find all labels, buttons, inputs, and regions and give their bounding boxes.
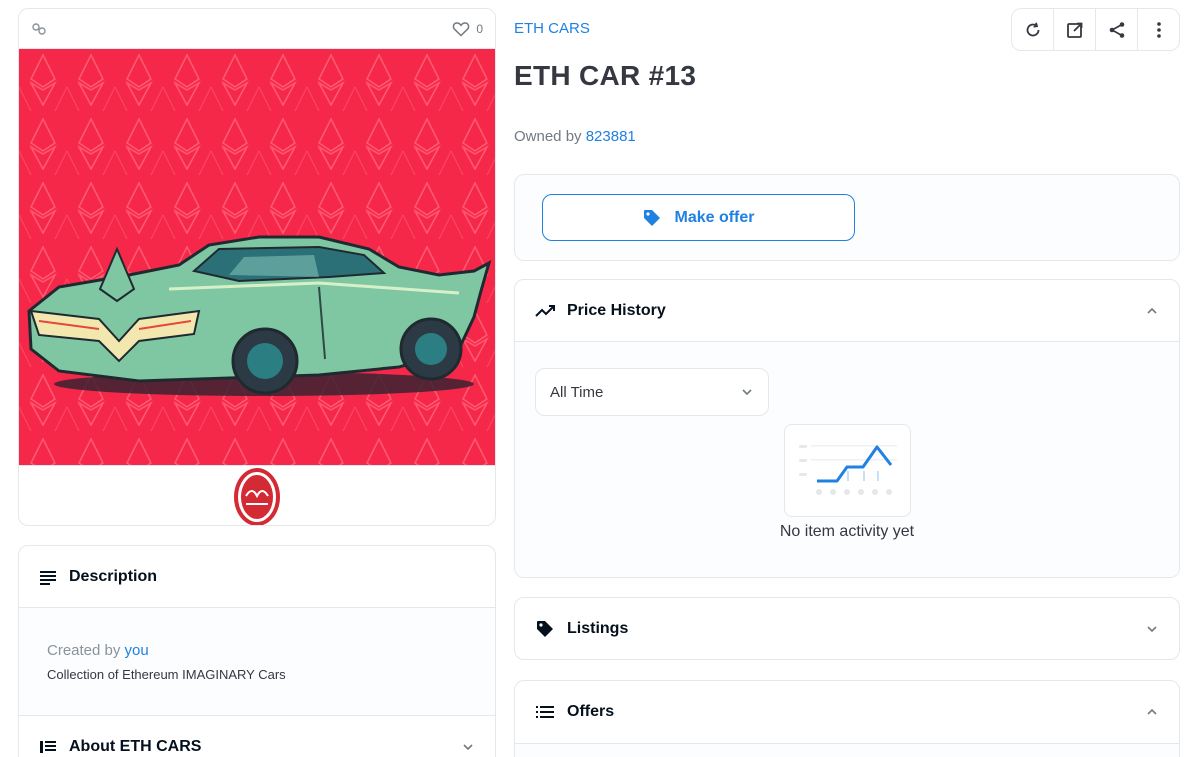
description-body: Created by you Collection of Ethereum IM… — [19, 608, 495, 716]
more-button[interactable] — [1138, 9, 1179, 50]
offers-title: Offers — [567, 703, 615, 720]
created-by-prefix: Created by — [47, 642, 121, 659]
external-link-button[interactable] — [1054, 9, 1096, 50]
offers-card: Offers — [514, 680, 1180, 757]
about-header[interactable]: About ETH CARS — [19, 716, 495, 757]
price-history-body: All Time No item activity yet — [515, 342, 1179, 577]
about-title: About ETH CARS — [69, 738, 202, 755]
offers-body — [515, 743, 1179, 757]
owned-by-prefix: Owned by — [514, 128, 582, 145]
time-range-value: All Time — [550, 383, 604, 401]
offers-header[interactable]: Offers — [515, 681, 1179, 743]
external-link-icon — [1066, 21, 1084, 39]
description-title: Description — [69, 567, 158, 585]
description-header[interactable]: Description — [19, 546, 495, 608]
description-text: Collection of Ethereum IMAGINARY Cars — [47, 667, 286, 682]
created-by-line: Created by you — [47, 642, 467, 659]
creator-link[interactable]: you — [125, 642, 149, 659]
share-icon — [1108, 21, 1126, 39]
media-toolbar: 0 — [19, 9, 495, 49]
description-card: Description Created by you Collection of… — [18, 545, 496, 757]
chevron-up-icon[interactable] — [1145, 304, 1159, 318]
chevron-up-icon[interactable] — [1145, 705, 1159, 719]
chain-icon[interactable] — [31, 21, 47, 37]
chevron-down-icon[interactable] — [1145, 622, 1159, 636]
tag-icon — [642, 208, 662, 228]
item-toolbar — [1011, 8, 1180, 51]
more-vertical-icon — [1156, 21, 1162, 39]
time-range-select[interactable]: All Time — [535, 368, 769, 416]
tag-icon — [535, 619, 555, 639]
like-count: 0 — [476, 21, 483, 36]
empty-chart-illustration — [784, 424, 911, 517]
owner-link[interactable]: 823881 — [586, 128, 636, 145]
heart-icon — [452, 21, 470, 37]
listings-title: Listings — [567, 620, 629, 637]
make-offer-label: Make offer — [674, 208, 755, 226]
trade-card: Make offer — [514, 174, 1180, 261]
make-offer-button[interactable]: Make offer — [542, 194, 855, 241]
collection-logo[interactable] — [232, 466, 282, 525]
owned-by-line: Owned by 823881 — [514, 128, 636, 145]
collection-badge-area — [19, 465, 495, 525]
refresh-icon — [1024, 21, 1042, 39]
listings-card: Listings — [514, 597, 1180, 660]
trending-icon — [535, 304, 555, 318]
nft-image[interactable] — [19, 49, 495, 465]
about-icon — [39, 739, 57, 755]
price-history-title: Price History — [567, 301, 666, 319]
list-icon — [535, 705, 555, 719]
empty-state-text: No item activity yet — [779, 523, 915, 540]
collection-link[interactable]: ETH CARS — [514, 20, 590, 37]
chevron-down-icon — [740, 385, 754, 399]
media-card: 0 — [18, 8, 496, 526]
share-button[interactable] — [1096, 9, 1138, 50]
price-history-header[interactable]: Price History — [515, 280, 1179, 342]
listings-header[interactable]: Listings — [515, 598, 1179, 659]
price-history-card: Price History All Time No item activity … — [514, 279, 1180, 578]
chevron-down-icon[interactable] — [461, 740, 475, 754]
refresh-button[interactable] — [1012, 9, 1054, 50]
favorite-button[interactable]: 0 — [452, 21, 483, 37]
page-title: ETH CAR #13 — [514, 60, 697, 91]
description-icon — [39, 569, 57, 585]
